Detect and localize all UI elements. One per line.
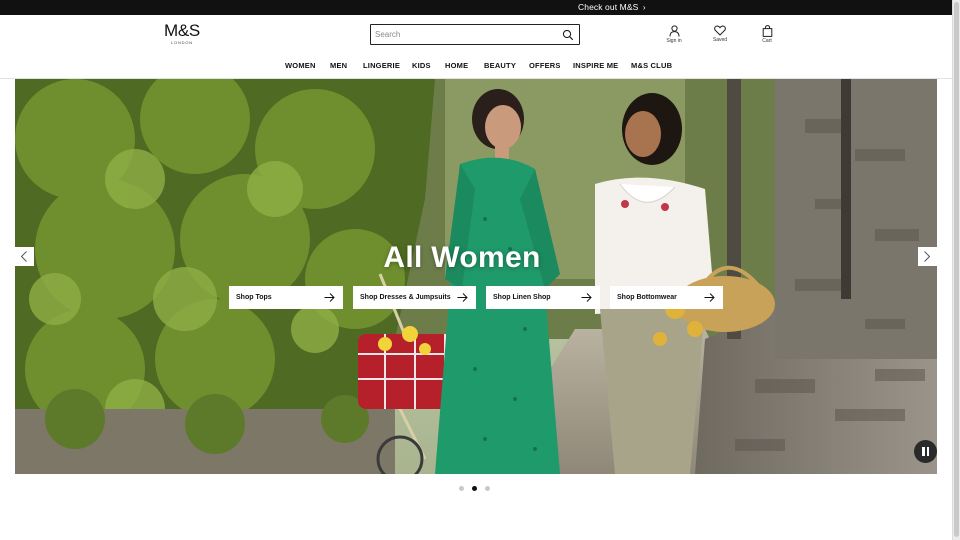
site-header: M&S LONDON Sign in Saved Cart WOMEN MEN … xyxy=(0,15,952,79)
chevron-right-icon: › xyxy=(642,3,646,12)
shop-bottomwear-label: Shop Bottomwear xyxy=(617,294,677,301)
promo-bar: Check out M&S › xyxy=(0,0,952,15)
main-nav: WOMEN MEN LINGERIE KIDS HOME BEAUTY OFFE… xyxy=(0,61,952,73)
promo-link-label: Check out M&S xyxy=(578,2,639,12)
hero-title: All Women xyxy=(15,241,937,275)
shop-dresses-jumpsuits-button[interactable]: Shop Dresses & Jumpsuits xyxy=(353,286,476,309)
sign-in-button[interactable]: Sign in xyxy=(659,25,689,44)
shop-linen-label: Shop Linen Shop xyxy=(493,294,551,301)
search-input[interactable] xyxy=(375,27,555,42)
logo-wordmark: M&S xyxy=(164,21,200,40)
hero-image xyxy=(15,79,937,474)
saved-button[interactable]: Saved xyxy=(705,25,735,43)
shop-tops-label: Shop Tops xyxy=(236,294,272,301)
nav-item-home[interactable]: HOME xyxy=(445,61,468,70)
carousel-prev-button[interactable] xyxy=(15,247,34,266)
carousel-dot-1[interactable] xyxy=(459,486,464,491)
hero-title-text: All Women xyxy=(383,241,541,274)
ms-logo[interactable]: M&S LONDON xyxy=(160,22,204,46)
arrow-right-icon xyxy=(324,293,335,302)
chevron-right-icon xyxy=(924,251,931,262)
search-icon[interactable] xyxy=(562,29,574,41)
nav-item-inspire-me[interactable]: INSPIRE ME xyxy=(573,61,618,70)
saved-label: Saved xyxy=(712,37,728,43)
sign-in-label: Sign in xyxy=(666,38,682,44)
hero-banner[interactable]: All Women Shop Tops Shop Dresses & Jumps… xyxy=(15,79,937,474)
nav-item-lingerie[interactable]: LINGERIE xyxy=(363,61,400,70)
nav-item-beauty[interactable]: BEAUTY xyxy=(484,61,516,70)
pause-icon xyxy=(922,447,925,456)
nav-item-kids[interactable]: KIDS xyxy=(412,61,431,70)
shop-linen-shop-button[interactable]: Shop Linen Shop xyxy=(486,286,600,309)
arrow-right-icon xyxy=(704,293,715,302)
carousel-dot-3[interactable] xyxy=(485,486,490,491)
promo-link[interactable]: Check out M&S › xyxy=(578,1,646,14)
scrollbar-thumb[interactable] xyxy=(954,2,959,537)
search-box xyxy=(370,24,580,45)
shop-tops-button[interactable]: Shop Tops xyxy=(229,286,343,309)
heart-icon xyxy=(714,25,726,36)
user-icon xyxy=(669,25,679,37)
cart-button[interactable]: Cart xyxy=(752,25,782,44)
carousel-dot-2[interactable] xyxy=(472,486,477,491)
nav-item-men[interactable]: MEN xyxy=(330,61,347,70)
arrow-right-icon xyxy=(457,293,468,302)
bag-icon xyxy=(762,25,772,37)
nav-item-ms-club[interactable]: M&S CLUB xyxy=(631,61,672,70)
carousel-dots xyxy=(459,486,499,492)
chevron-left-icon xyxy=(20,251,27,262)
shop-dresses-label: Shop Dresses & Jumpsuits xyxy=(360,294,451,301)
logo-subtitle: LONDON xyxy=(171,40,193,45)
page-scrollbar[interactable] xyxy=(952,0,960,540)
nav-item-women[interactable]: WOMEN xyxy=(285,61,316,70)
carousel-next-button[interactable] xyxy=(918,247,937,266)
pause-icon-bar xyxy=(926,447,929,456)
shop-bottomwear-button[interactable]: Shop Bottomwear xyxy=(610,286,723,309)
carousel-pause-button[interactable] xyxy=(914,440,937,463)
arrow-right-icon xyxy=(581,293,592,302)
nav-item-offers[interactable]: OFFERS xyxy=(529,61,561,70)
cart-label: Cart xyxy=(762,38,772,44)
